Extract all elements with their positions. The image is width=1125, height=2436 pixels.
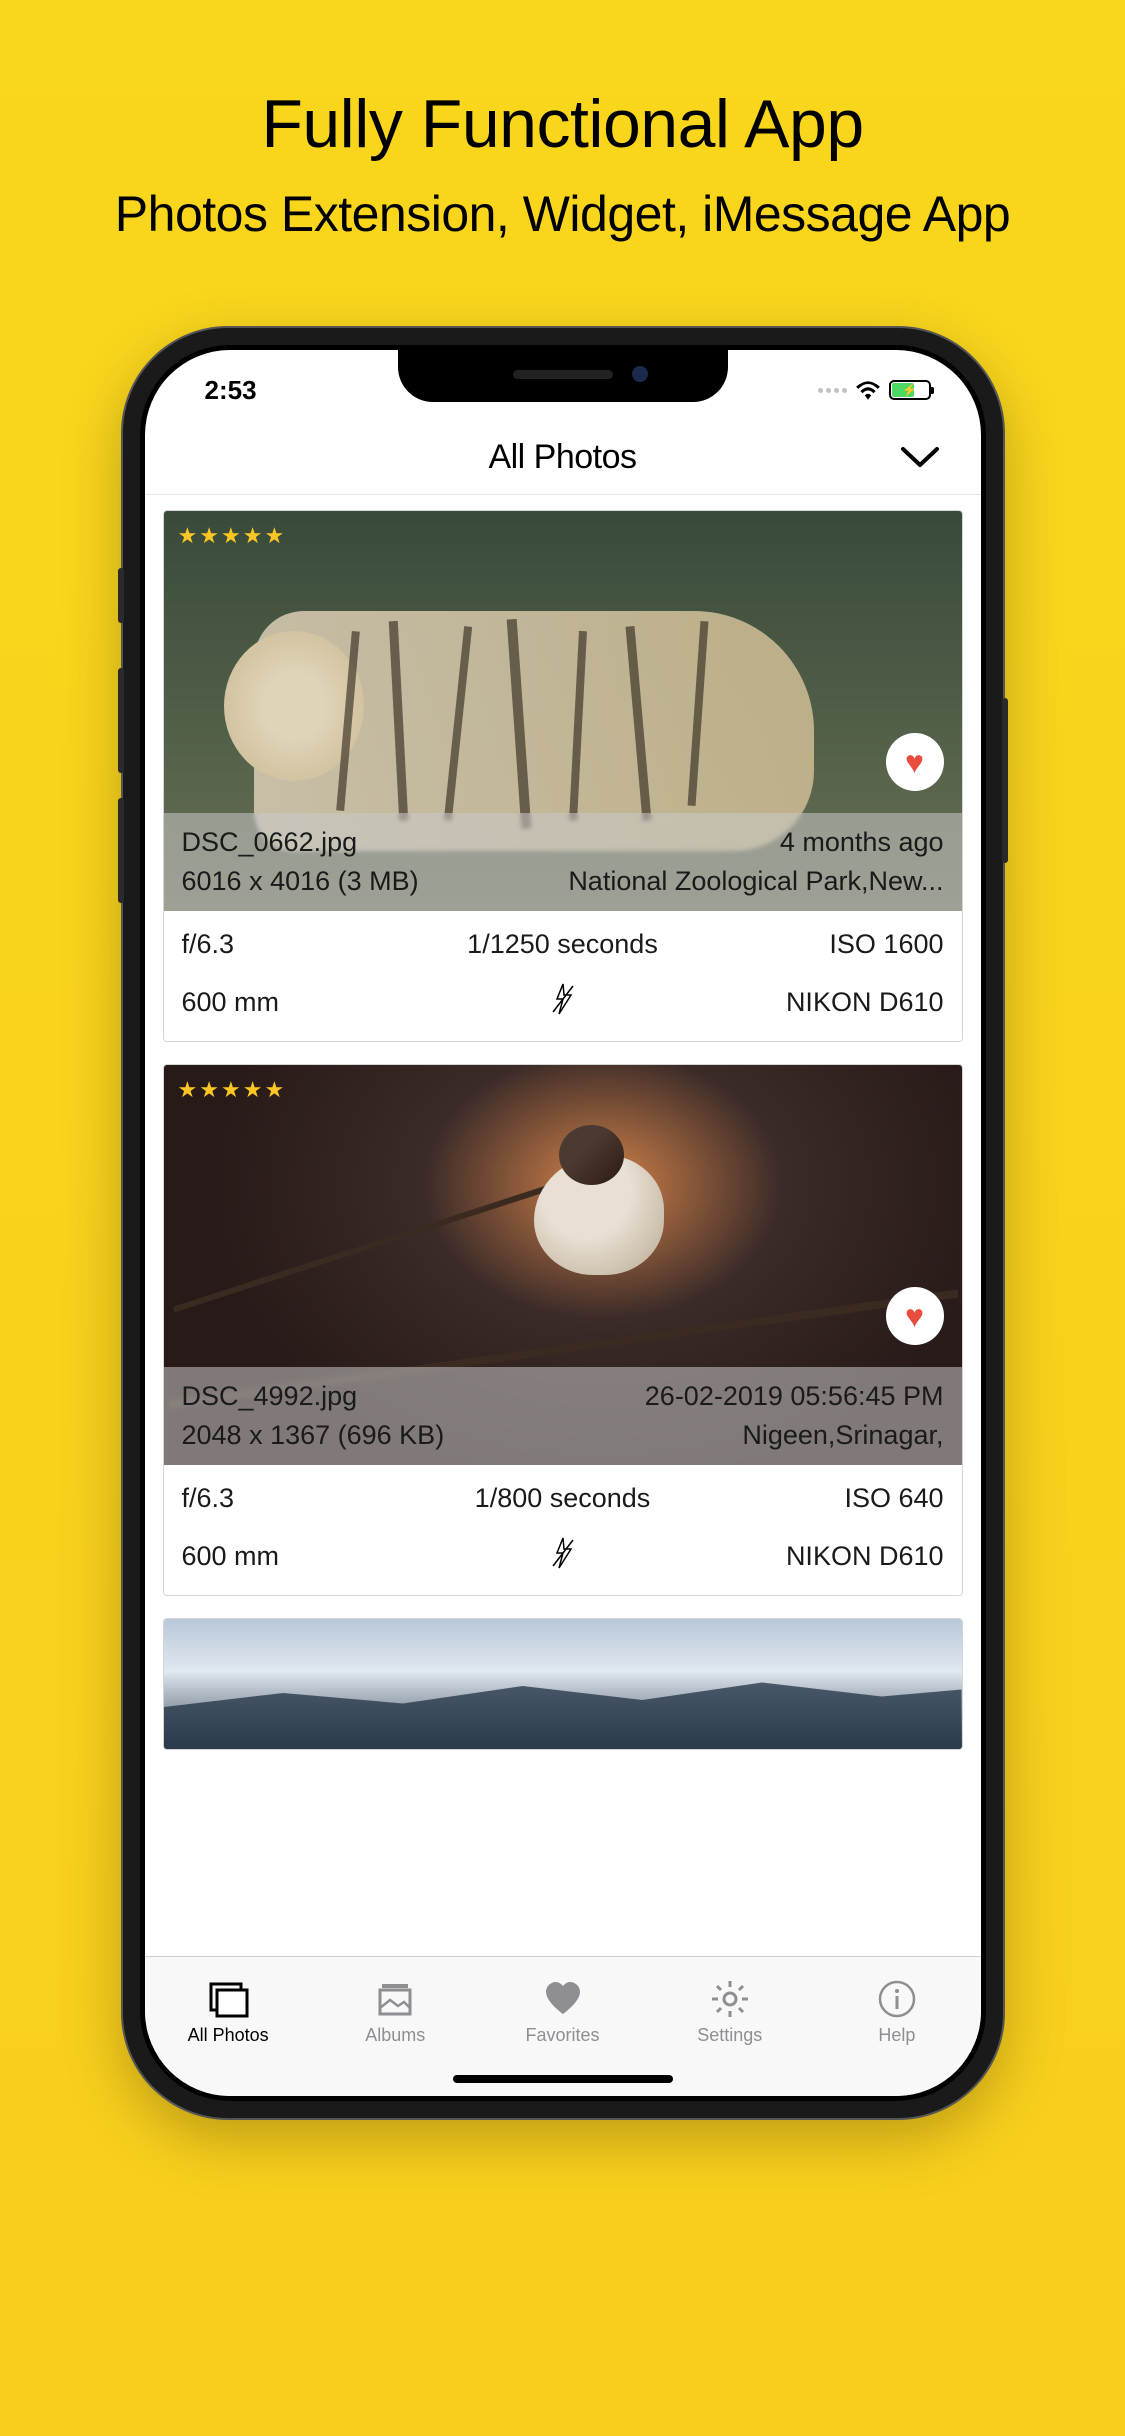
dimensions-label: 2048 x 1367 (696 KB) — [182, 1420, 445, 1451]
rating-stars: ★ ★ ★ ★ ★ — [178, 523, 285, 549]
iso-label: ISO 640 — [690, 1483, 944, 1514]
photo-thumbnail[interactable] — [164, 1619, 962, 1749]
tab-label: Help — [878, 2025, 915, 2046]
aperture-label: f/6.3 — [182, 929, 436, 960]
focal-length-label: 600 mm — [182, 1541, 436, 1572]
battery-icon: ⚡ — [889, 380, 931, 400]
tab-label: Settings — [697, 2025, 762, 2046]
page-title: All Photos — [488, 438, 636, 477]
heart-icon: ♥ — [905, 1298, 924, 1335]
star-icon: ★ — [178, 523, 198, 549]
age-label: 4 months ago — [780, 827, 944, 858]
age-label: 26-02-2019 05:56:45 PM — [645, 1381, 944, 1412]
notch — [398, 350, 728, 402]
camera-label: NIKON D610 — [690, 1541, 944, 1572]
mute-switch — [118, 568, 124, 623]
photo-card[interactable]: ★ ★ ★ ★ ★ ♥ DSC_0662.jpg 4 mont — [163, 510, 963, 1042]
camera-label: NIKON D610 — [690, 987, 944, 1018]
photo-info-overlay: DSC_4992.jpg 26-02-2019 05:56:45 PM 2048… — [164, 1367, 962, 1465]
heart-icon — [541, 1979, 585, 2019]
volume-up-button — [118, 668, 124, 773]
tab-settings[interactable]: Settings — [646, 1957, 813, 2068]
star-icon: ★ — [199, 523, 219, 549]
aperture-label: f/6.3 — [182, 1483, 436, 1514]
rating-stars: ★ ★ ★ ★ ★ — [178, 1077, 285, 1103]
exif-info: f/6.3 1/1250 seconds ISO 1600 600 mm — [164, 911, 962, 1041]
promo-title: Fully Functional App — [261, 85, 863, 163]
heart-icon: ♥ — [905, 744, 924, 781]
volume-down-button — [118, 798, 124, 903]
filename-label: DSC_0662.jpg — [182, 827, 358, 858]
star-icon: ★ — [264, 523, 284, 549]
location-label: National Zoological Park,New... — [568, 866, 943, 897]
filename-label: DSC_4992.jpg — [182, 1381, 358, 1412]
wifi-icon — [855, 380, 881, 400]
power-button — [1002, 698, 1008, 863]
photo-info-overlay: DSC_0662.jpg 4 months ago 6016 x 4016 (3… — [164, 813, 962, 911]
star-icon: ★ — [264, 1077, 284, 1103]
albums-icon — [373, 1979, 417, 2019]
star-icon: ★ — [243, 523, 263, 549]
tab-favorites[interactable]: Favorites — [479, 1957, 646, 2068]
star-icon: ★ — [199, 1077, 219, 1103]
photo-card[interactable] — [163, 1618, 963, 1750]
status-time: 2:53 — [205, 375, 257, 406]
tab-help[interactable]: Help — [813, 1957, 980, 2068]
cellular-dots-icon — [818, 388, 847, 393]
photos-stack-icon — [206, 1979, 250, 2019]
gear-icon — [708, 1979, 752, 2019]
flash-off-icon — [436, 982, 690, 1023]
focal-length-label: 600 mm — [182, 987, 436, 1018]
location-label: Nigeen,Srinagar, — [742, 1420, 943, 1451]
exif-info: f/6.3 1/800 seconds ISO 640 600 mm — [164, 1465, 962, 1595]
favorite-button[interactable]: ♥ — [886, 733, 944, 791]
iso-label: ISO 1600 — [690, 929, 944, 960]
star-icon: ★ — [221, 523, 241, 549]
photo-thumbnail[interactable]: ★ ★ ★ ★ ★ ♥ DSC_0662.jpg 4 mont — [164, 511, 962, 911]
photo-thumbnail[interactable]: ★ ★ ★ ★ ★ ♥ DSC_4992.jpg 26-02- — [164, 1065, 962, 1465]
favorite-button[interactable]: ♥ — [886, 1287, 944, 1345]
star-icon: ★ — [221, 1077, 241, 1103]
dimensions-label: 6016 x 4016 (3 MB) — [182, 866, 419, 897]
photo-card[interactable]: ★ ★ ★ ★ ★ ♥ DSC_4992.jpg 26-02- — [163, 1064, 963, 1596]
nav-header: All Photos — [145, 420, 981, 495]
tab-label: All Photos — [188, 2025, 269, 2046]
tab-label: Favorites — [525, 2025, 599, 2046]
star-icon: ★ — [178, 1077, 198, 1103]
shutter-label: 1/800 seconds — [436, 1483, 690, 1514]
info-icon — [875, 1979, 919, 2019]
tab-label: Albums — [365, 2025, 425, 2046]
tab-all-photos[interactable]: All Photos — [145, 1957, 312, 2068]
shutter-label: 1/1250 seconds — [436, 929, 690, 960]
tab-albums[interactable]: Albums — [312, 1957, 479, 2068]
promo-subtitle: Photos Extension, Widget, iMessage App — [115, 185, 1010, 243]
flash-off-icon — [436, 1536, 690, 1577]
home-indicator[interactable] — [453, 2075, 673, 2083]
chevron-down-icon[interactable] — [899, 445, 941, 469]
star-icon: ★ — [243, 1077, 263, 1103]
phone-frame: 2:53 ⚡ All Photos — [123, 328, 1003, 2118]
